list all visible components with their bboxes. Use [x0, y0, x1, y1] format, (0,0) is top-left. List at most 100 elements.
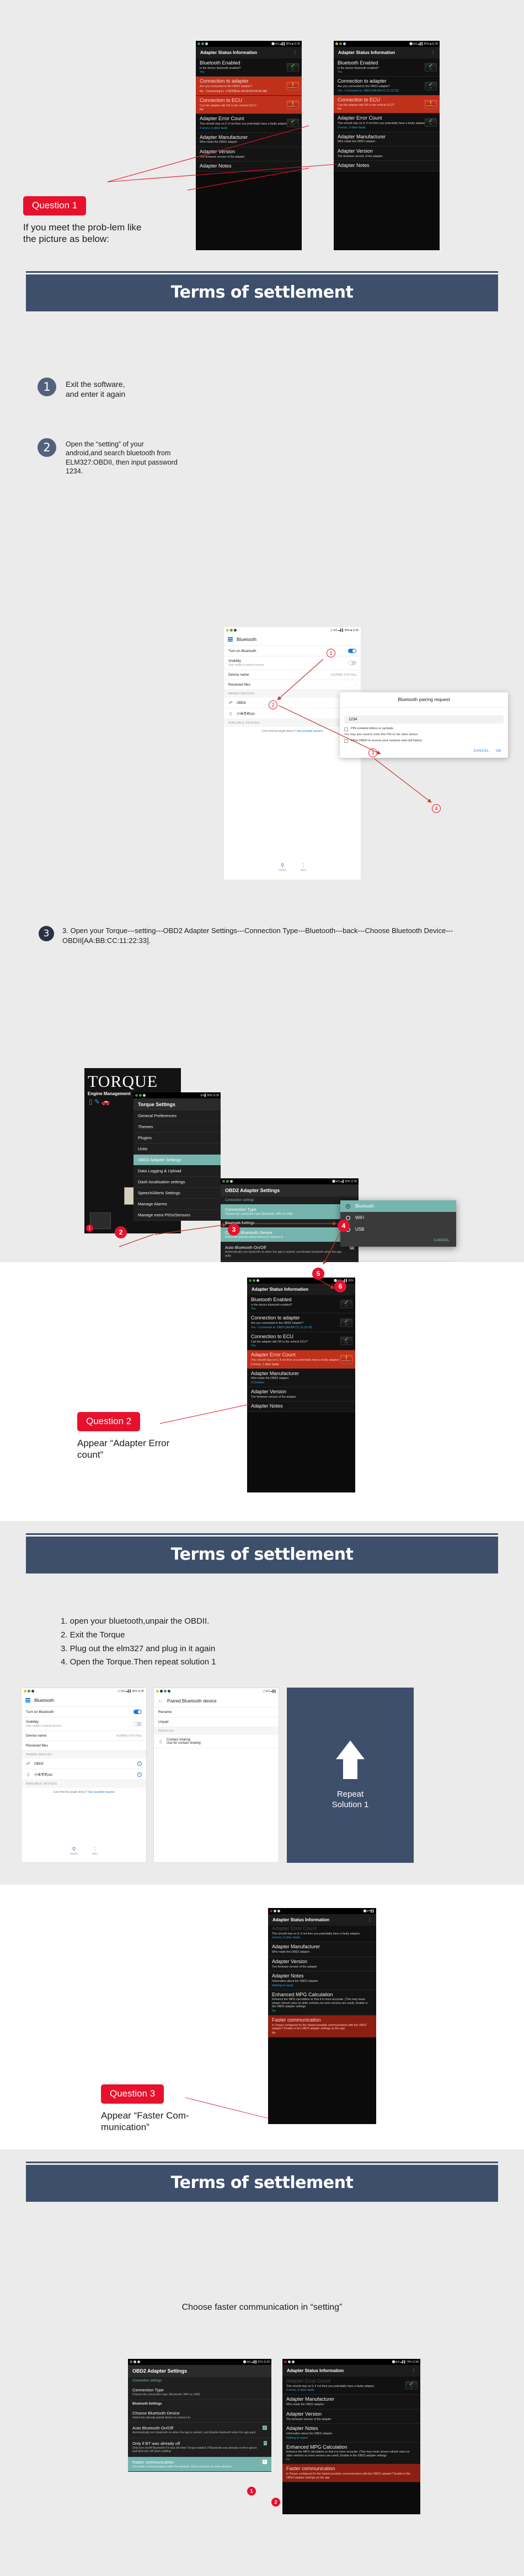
- row-version[interactable]: Adapter Version The firmware version of …: [282, 2409, 420, 2424]
- row-received-files[interactable]: Received files ›: [22, 1741, 146, 1751]
- row-enhanced-mpg[interactable]: Enhanced MPG Calculation Enhance the MPG…: [268, 1990, 376, 2015]
- row-error-count[interactable]: Adapter Error Count This should stay on …: [334, 114, 440, 132]
- settings-item-units[interactable]: Units: [133, 1144, 221, 1155]
- settings-item-obd2-adapter[interactable]: OBD2 Adapter Settings: [133, 1155, 221, 1166]
- paired-device-obdii[interactable]: ☍ OBDII i: [22, 1759, 146, 1769]
- settings-item-data-logging[interactable]: Data Logging & Upload: [133, 1166, 221, 1177]
- overflow-menu-icon[interactable]: ⋮: [411, 2368, 416, 2373]
- row-manufacturer[interactable]: Adapter Manufacturer Who made the OBD2 a…: [247, 1368, 355, 1387]
- back-arrow-icon[interactable]: ←: [158, 1697, 163, 1704]
- option-wifi[interactable]: WiFi: [340, 1212, 456, 1224]
- settings-item-manage-alarms[interactable]: Manage Alarms: [133, 1199, 221, 1210]
- checkbox-allow-contacts-row[interactable]: Allow OBDII to access your contacts and …: [340, 737, 508, 745]
- row-bluetooth-enabled[interactable]: Bluetooth Enabled Is the device bluetoot…: [196, 58, 302, 77]
- row-version[interactable]: Adapter Version The firmware version of …: [334, 146, 440, 161]
- overflow-menu-icon[interactable]: ⋮: [431, 50, 435, 55]
- row-connection-adapter[interactable]: Connection to adapter Are you connected …: [334, 77, 440, 95]
- item-connection-type[interactable]: Connection Type Choose the connection ty…: [221, 1204, 359, 1220]
- row-notes[interactable]: Adapter Notes Information about the OBD2…: [282, 2424, 420, 2443]
- item-choose-bluetooth-device[interactable]: Choose Bluetooth Device Select the alrea…: [128, 2407, 271, 2423]
- overflow-menu-icon[interactable]: ⋮: [293, 50, 297, 55]
- item-choose-bluetooth-device[interactable]: Choose Bluetooth Device Select the alrea…: [221, 1227, 359, 1242]
- row-received-files[interactable]: Received files ›: [224, 680, 361, 690]
- row-visibility[interactable]: Visibility Only visible to paired device…: [224, 656, 361, 670]
- row-bluetooth-enabled[interactable]: Bluetooth Enabled Is the device bluetoot…: [334, 58, 440, 77]
- search-button[interactable]: ⚲ Search: [70, 1846, 78, 1856]
- cancel-button[interactable]: CANCEL: [474, 749, 489, 753]
- bluetooth-toggle[interactable]: [133, 1710, 142, 1714]
- item-only-if-bt-off[interactable]: Only if BT was already off Only turn on/…: [128, 2438, 271, 2457]
- row-connection-adapter[interactable]: Connection to adapter Are you connected …: [196, 77, 302, 96]
- row-visibility[interactable]: Visibility Only visible to paired device…: [22, 1717, 146, 1731]
- settings-item-speech-alerts[interactable]: Speech/Alerts Settings: [133, 1188, 221, 1199]
- row-manufacturer[interactable]: Adapter Manufacturer Who made the OBD2 a…: [268, 1942, 376, 1957]
- see-possible-reasons-link[interactable]: See possible reasons: [88, 1791, 115, 1794]
- row-connection-ecu[interactable]: Connection to ECU Can the adapter talk O…: [247, 1332, 355, 1351]
- settings-item-dash-localisation[interactable]: Dash localisation settings: [133, 1177, 221, 1188]
- overflow-menu-icon[interactable]: ⋮: [367, 1917, 372, 1922]
- visibility-toggle[interactable]: [348, 661, 356, 665]
- cancel-button[interactable]: CANCEL: [340, 1235, 456, 1247]
- more-button[interactable]: ⋮ More: [92, 1847, 98, 1856]
- row-contact-sharing[interactable]: ▯ Contact sharing Use for contact sharin…: [154, 1735, 279, 1748]
- row-error-count[interactable]: Adapter Error Count This should stay on …: [268, 1926, 376, 1943]
- hamburger-menu-icon[interactable]: [228, 637, 233, 642]
- hamburger-menu-icon[interactable]: [25, 1698, 30, 1702]
- item-auto-bluetooth[interactable]: Auto Bluetooth On/Off Automatically turn…: [221, 1242, 359, 1261]
- device-info-icon[interactable]: i: [137, 1772, 142, 1777]
- row-turn-on-bluetooth[interactable]: Turn on Bluetooth: [224, 646, 361, 656]
- torque-tile-graph[interactable]: [90, 1212, 111, 1229]
- row-notes[interactable]: Adapter Notes Information about the OBD2…: [268, 1971, 376, 1990]
- row-notes[interactable]: Adapter Notes: [247, 1402, 355, 1413]
- ok-button[interactable]: OK: [496, 749, 501, 753]
- row-manufacturer[interactable]: Adapter Manufacturer Who made the OBD2 a…: [334, 132, 440, 147]
- row-device-name[interactable]: Device name HUAWEI P10 Plus: [22, 1731, 146, 1741]
- row-notes[interactable]: Adapter Notes: [196, 161, 302, 173]
- option-bluetooth[interactable]: Bluetooth: [340, 1200, 456, 1212]
- checkbox-pin-letters[interactable]: [344, 727, 348, 731]
- settings-item-manage-pids[interactable]: Manage extra PIDs/Sensors: [133, 1210, 221, 1221]
- row-manufacturer[interactable]: Adapter Manufacturer Who made the OBD2 a…: [282, 2395, 420, 2410]
- row-manufacturer[interactable]: Adapter Manufacturer Who made the OBD2 a…: [196, 132, 302, 147]
- row-connection-ecu[interactable]: Connection to ECU Can the adapter talk O…: [196, 95, 302, 115]
- row-bluetooth-enabled[interactable]: Bluetooth Enabled Is the device bluetoot…: [247, 1295, 355, 1314]
- row-error-count[interactable]: Adapter Error Count This should stay on …: [247, 1350, 355, 1369]
- row-device-name[interactable]: Device name HUAWEI P10 Plus: [224, 670, 361, 680]
- checkbox-auto-bluetooth[interactable]: ✓: [263, 2426, 267, 2430]
- checkbox-only-if-bt-off[interactable]: ✓: [263, 2440, 267, 2445]
- row-enhanced-mpg[interactable]: Enhanced MPG Calculation Enhance the MPG…: [282, 2442, 420, 2465]
- row-faster-communication[interactable]: Faster communication Is Torque configure…: [282, 2464, 420, 2483]
- row-notes[interactable]: Adapter Notes: [334, 161, 440, 172]
- item-auto-bluetooth[interactable]: Auto Bluetooth On/Off Automatically turn…: [128, 2423, 271, 2438]
- see-possible-reasons-link[interactable]: See possible reasons: [297, 730, 323, 733]
- bluetooth-toggle[interactable]: [348, 649, 356, 653]
- item-connection-type[interactable]: Connection Type Choose the connection ty…: [128, 2385, 271, 2400]
- option-usb[interactable]: USB: [340, 1224, 456, 1235]
- checkbox-allow-contacts[interactable]: [344, 739, 348, 743]
- item-faster-communication[interactable]: Faster communication Use faster communic…: [128, 2456, 271, 2472]
- pin-input[interactable]: 1234: [344, 715, 504, 724]
- row-faster-communication[interactable]: Faster communication Is Torque configure…: [268, 2015, 376, 2038]
- search-icon: ⚲: [72, 1846, 76, 1852]
- search-button[interactable]: ⚲ Search: [279, 863, 286, 872]
- settings-item-plugins[interactable]: Plugins: [133, 1133, 221, 1144]
- checkbox-pin-letters-row[interactable]: PIN contains letters or symbols: [340, 725, 508, 733]
- checkbox-faster-communication[interactable]: ✓: [263, 2459, 267, 2464]
- row-rename[interactable]: Rename: [154, 1707, 279, 1717]
- row-unpair[interactable]: Unpair: [154, 1717, 279, 1727]
- row-connection-adapter[interactable]: Connection to adapter Are you connected …: [247, 1313, 355, 1332]
- device-info-icon[interactable]: i: [137, 1761, 142, 1766]
- row-title: Adapter Manufacturer: [286, 2396, 335, 2402]
- paired-device-xiaomi[interactable]: ▯ 小米手机sto i: [22, 1769, 146, 1780]
- row-version[interactable]: Adapter Version The firmware version of …: [196, 147, 302, 162]
- row-error-count[interactable]: Adapter Error Count This should stay on …: [196, 114, 302, 133]
- row-version[interactable]: Adapter Version The firmware version of …: [247, 1387, 355, 1402]
- more-button[interactable]: ⋮ More: [301, 863, 306, 872]
- row-error-count[interactable]: Adapter Error Count This should stay on …: [282, 2376, 420, 2395]
- settings-item-themes[interactable]: Themes: [133, 1122, 221, 1133]
- row-connection-ecu[interactable]: Connection to ECU Can the adapter talk O…: [334, 95, 440, 114]
- row-turn-on-bluetooth[interactable]: Turn on Bluetooth: [22, 1707, 146, 1717]
- visibility-toggle[interactable]: [133, 1722, 142, 1726]
- settings-item-general[interactable]: General Preferences: [133, 1111, 221, 1122]
- row-version[interactable]: Adapter Version The firmware version of …: [268, 1957, 376, 1972]
